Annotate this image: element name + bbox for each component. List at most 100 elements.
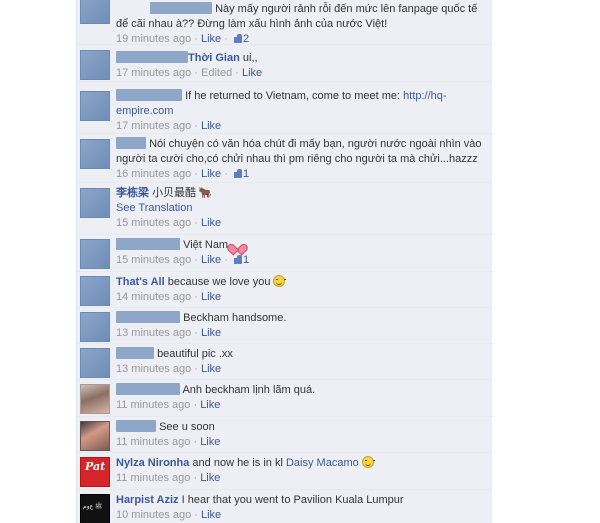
comment-item: beautiful pic .xx 13 minutes ago · Like bbox=[77, 344, 493, 380]
comment-time[interactable]: 15 minutes ago bbox=[116, 254, 191, 266]
comment-item: Nói chuyện có văn hóa chút đi mấy bạn, n… bbox=[77, 134, 493, 183]
mention-link[interactable]: Daisy Macamo bbox=[286, 457, 359, 469]
like-count[interactable]: 1 bbox=[231, 254, 249, 266]
comment-item: If he returned to Vietnam, come to meet … bbox=[77, 82, 493, 134]
comment-text: beautiful pic .xx bbox=[157, 348, 233, 360]
comment-meta: 10 minutes ago · Like bbox=[116, 509, 222, 521]
avatar[interactable] bbox=[80, 384, 110, 414]
commenter-name[interactable]: Harpist Aziz bbox=[116, 494, 179, 506]
like-link[interactable]: Like bbox=[201, 33, 221, 45]
comment-text: I hear that you went to Pavilion Kuala L… bbox=[181, 494, 404, 506]
comment-meta: 13 minutes ago · Like bbox=[116, 327, 222, 339]
comment-meta: 13 minutes ago · Like bbox=[116, 363, 222, 375]
commenter-name-redacted[interactable] bbox=[116, 383, 180, 395]
comment-meta: 15 minutes ago · Like · 1 bbox=[116, 254, 250, 266]
commenter-name[interactable]: That's All bbox=[116, 276, 165, 288]
comment-time[interactable]: 11 minutes ago bbox=[116, 472, 190, 484]
commenter-name[interactable]: Thời Gian bbox=[188, 52, 240, 64]
comment-text: 小贝最酷 bbox=[152, 187, 197, 199]
see-translation-link[interactable]: See Translation bbox=[116, 202, 192, 214]
avatar[interactable] bbox=[80, 276, 110, 306]
comment-text: If he returned to Vietnam, come to meet … bbox=[185, 90, 401, 102]
avatar[interactable] bbox=[80, 421, 110, 451]
commenter-name[interactable]: Nylza Nironha bbox=[116, 457, 189, 469]
like-count[interactable]: 1 bbox=[231, 168, 249, 180]
commenter-name-redacted[interactable] bbox=[116, 420, 156, 432]
like-link[interactable]: Like bbox=[201, 291, 221, 303]
avatar[interactable] bbox=[80, 0, 110, 24]
comment-text: because we love you bbox=[167, 276, 271, 288]
like-count[interactable]: 2 bbox=[231, 33, 249, 45]
heart-icon bbox=[231, 239, 242, 249]
commenter-name-redacted[interactable] bbox=[116, 238, 180, 250]
comment-time[interactable]: 15 minutes ago bbox=[116, 217, 191, 229]
avatar[interactable] bbox=[80, 239, 110, 269]
comment-meta: 16 minutes ago · Like · 1 bbox=[116, 168, 250, 180]
comment-time[interactable]: 11 minutes ago bbox=[116, 399, 190, 411]
comment-item: Việt Nam 15 minutes ago · Like · 1 bbox=[77, 235, 493, 272]
avatar[interactable] bbox=[80, 91, 110, 121]
comment-item: That's All because we love you 14 minute… bbox=[77, 272, 493, 308]
comment-time[interactable]: 11 minutes ago bbox=[116, 436, 190, 448]
avatar[interactable]: Pat bbox=[80, 457, 110, 487]
like-link[interactable]: Like bbox=[201, 120, 221, 132]
commenter-name-redacted[interactable] bbox=[116, 137, 146, 149]
like-link[interactable]: Like bbox=[200, 472, 220, 484]
comment-time[interactable]: 19 minutes ago bbox=[116, 33, 191, 45]
commenter-name-redacted[interactable] bbox=[116, 347, 154, 359]
like-link[interactable]: Like bbox=[200, 436, 220, 448]
comment-meta: 11 minutes ago · Like bbox=[116, 436, 221, 448]
comment-item: Thời Gian ui,, 17 minutes ago · Edited ·… bbox=[77, 45, 493, 82]
comment-meta: 14 minutes ago · Like bbox=[116, 291, 222, 303]
avatar-script: ﷺ ﻉﻭﻡ bbox=[83, 504, 103, 510]
commenter-name-redacted[interactable] bbox=[116, 89, 182, 101]
avatar[interactable] bbox=[80, 348, 110, 378]
edited-label[interactable]: Edited bbox=[201, 67, 232, 79]
commenter-name[interactable]: 李栋梁 bbox=[116, 187, 149, 199]
comment-text: Việt Nam bbox=[183, 239, 229, 251]
like-link[interactable]: Like bbox=[201, 327, 221, 339]
comment-time[interactable]: 17 minutes ago bbox=[116, 67, 191, 79]
comment-meta: 11 minutes ago · Like bbox=[116, 399, 221, 411]
comment-item: Pat Nylza Nironha and now he is in kl Da… bbox=[77, 453, 493, 490]
comment-item: See u soon 11 minutes ago · Like bbox=[77, 417, 493, 453]
avatar[interactable] bbox=[80, 312, 110, 342]
avatar-text: Pat bbox=[85, 460, 106, 473]
avatar[interactable] bbox=[80, 139, 110, 169]
avatar[interactable]: ﷺ ﻉﻭﻡ bbox=[80, 494, 110, 523]
like-link[interactable]: Like bbox=[201, 254, 221, 266]
comment-item: 李栋梁 小贝最酷 🐂 See Translation 15 minutes ago… bbox=[77, 183, 493, 235]
comment-time[interactable]: 14 minutes ago bbox=[116, 291, 191, 303]
comment-text: and now he is in kl bbox=[192, 457, 283, 469]
like-link[interactable]: Like bbox=[201, 363, 221, 375]
cow-icon: 🐂 bbox=[198, 187, 212, 199]
thumbs-up-icon bbox=[233, 168, 243, 178]
commenter-name-redacted[interactable] bbox=[116, 51, 188, 63]
smile-icon bbox=[273, 275, 287, 287]
comment-time[interactable]: 13 minutes ago bbox=[116, 363, 191, 375]
comment-text: Beckham handsome. bbox=[183, 312, 287, 324]
like-link[interactable]: Like bbox=[201, 168, 221, 180]
avatar[interactable] bbox=[80, 50, 110, 80]
comment-time[interactable]: 16 minutes ago bbox=[116, 168, 191, 180]
like-link[interactable]: Like bbox=[242, 67, 262, 79]
commenter-name-redacted[interactable] bbox=[116, 311, 180, 323]
avatar[interactable] bbox=[80, 188, 110, 218]
like-link[interactable]: Like bbox=[200, 399, 220, 411]
comment-meta: 17 minutes ago · Like bbox=[116, 120, 222, 132]
comment-time[interactable]: 10 minutes ago bbox=[116, 509, 191, 521]
thumbs-up-icon bbox=[233, 254, 243, 264]
comment-time[interactable]: 17 minutes ago bbox=[116, 120, 191, 132]
thumbs-up-icon bbox=[233, 33, 243, 43]
comment-item: ﷺ ﻉﻭﻡ Harpist Aziz I hear that you went … bbox=[77, 490, 493, 523]
comment-item: Beckham handsome. 13 minutes ago · Like bbox=[77, 308, 493, 344]
comment-time[interactable]: 13 minutes ago bbox=[116, 327, 191, 339]
like-link[interactable]: Like bbox=[201, 509, 221, 521]
comment-meta: 15 minutes ago · Like bbox=[116, 217, 222, 229]
commenter-name-redacted[interactable] bbox=[150, 2, 212, 14]
like-link[interactable]: Like bbox=[201, 217, 221, 229]
comment-text: ui,, bbox=[242, 52, 258, 64]
comment-meta: 17 minutes ago · Edited · Like bbox=[116, 67, 263, 79]
smile-icon bbox=[361, 456, 375, 468]
comment-text: See u soon bbox=[159, 421, 215, 433]
